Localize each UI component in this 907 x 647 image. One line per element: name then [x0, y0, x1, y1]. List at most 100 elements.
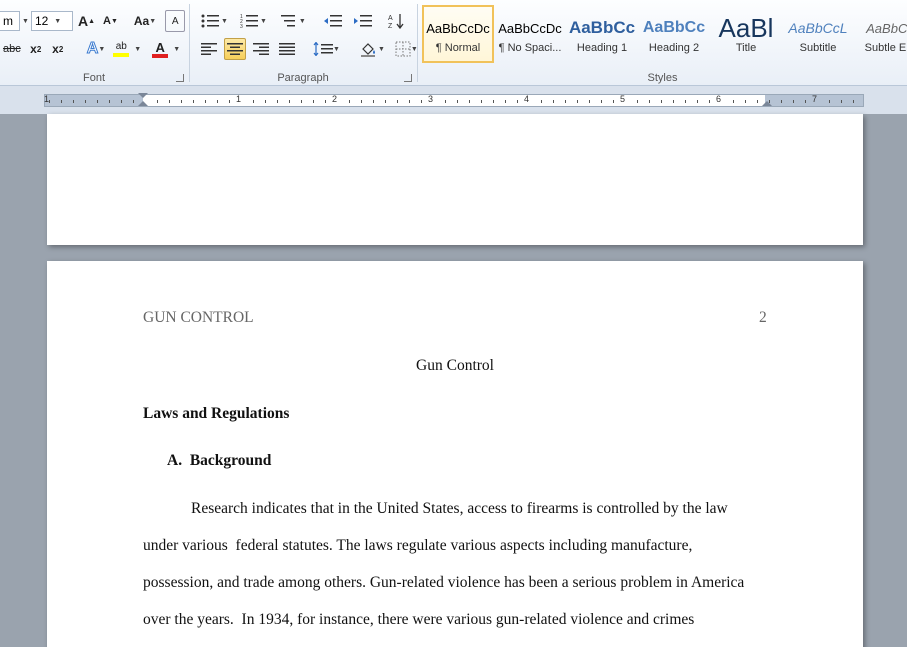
ruler-tick [541, 100, 542, 103]
ruler-tick [745, 100, 746, 103]
ruler-left-margin [45, 95, 143, 106]
font-size-dropdown-icon[interactable]: ▼ [54, 18, 61, 25]
hanging-indent-marker[interactable] [138, 101, 148, 106]
align-right-button[interactable] [250, 38, 272, 60]
ruler-tick [181, 100, 182, 103]
ruler-tick [793, 100, 794, 103]
align-left-button[interactable] [198, 38, 220, 60]
ruler-tick [229, 100, 230, 103]
font-group: m ▼ 12 ▼ A ▲ A ▼ Aa ▼ A abc x 2 x 2 A ▼ … [0, 0, 188, 86]
font-name-combo[interactable]: m [0, 11, 20, 31]
page-1[interactable] [47, 114, 863, 245]
svg-text:3: 3 [240, 24, 243, 28]
ruler-number: 3 [428, 94, 434, 104]
strikethrough-button[interactable]: abc [0, 38, 24, 60]
increase-indent-button[interactable] [351, 10, 375, 32]
shrink-font-button[interactable]: A ▼ [100, 10, 121, 32]
horizontal-ruler[interactable]: 11234567 [44, 93, 864, 107]
ruler-number: 7 [812, 94, 818, 104]
ruler-number: 1 [236, 94, 242, 104]
shading-button[interactable]: ▼ [357, 38, 388, 60]
right-indent-marker[interactable] [762, 101, 772, 106]
align-center-button[interactable] [224, 38, 246, 60]
ruler-tick [805, 100, 806, 103]
paragraph-group-label: Paragraph [277, 72, 329, 84]
ruler-tick [709, 100, 710, 103]
ruler-tick [601, 100, 602, 103]
first-line-indent-marker[interactable] [138, 93, 148, 98]
clear-formatting-button[interactable]: A [165, 10, 186, 32]
superscript-button[interactable]: x2 [48, 38, 68, 60]
ruler-tick [853, 100, 854, 103]
ruler-tick [613, 100, 614, 103]
ruler-tick [217, 100, 218, 103]
line-spacing-button[interactable]: ▼ [310, 38, 343, 60]
multilevel-list-button[interactable]: ▼ [276, 10, 309, 32]
text-effects-button[interactable]: A ▼ [84, 38, 109, 60]
ruler-tick [493, 100, 494, 103]
ruler-tick [769, 100, 770, 103]
grow-font-button[interactable]: A ▲ [75, 10, 98, 32]
ruler-tick [565, 100, 566, 103]
ruler-tick [85, 100, 86, 103]
font-size-combo[interactable]: 12 ▼ [30, 11, 73, 31]
font-name-value: m [3, 14, 13, 28]
document-area[interactable]: GUN CONTROL 2 Gun Control Laws and Regul… [0, 114, 907, 647]
paragraph-line: possession, and trade among others. Gun-… [143, 574, 745, 591]
ruler-tick [397, 100, 398, 103]
font-color-button[interactable]: A [149, 38, 171, 60]
font-group-label: Font [82, 72, 105, 84]
ruler-tick [97, 100, 98, 103]
svg-text:Z: Z [388, 23, 393, 29]
ruler-tick [133, 100, 134, 103]
page-2[interactable]: GUN CONTROL 2 Gun Control Laws and Regul… [47, 261, 863, 647]
justify-button[interactable] [276, 38, 298, 60]
ruler-number: 2 [332, 94, 338, 104]
ruler-tick [361, 100, 362, 103]
ruler-tick [505, 100, 506, 103]
styles-group-label: Styles [647, 72, 678, 84]
svg-text:A: A [388, 15, 393, 22]
font-dialog-launcher-icon[interactable]: launcher [176, 74, 184, 82]
ruler-tick [109, 100, 110, 103]
ruler-tick [301, 100, 302, 103]
ruler-tick [409, 100, 410, 103]
ruler-tick [385, 100, 386, 103]
font-name-dropdown-icon[interactable]: ▼ [22, 18, 29, 25]
paragraph-line: over the years. In 1934, for instance, t… [143, 611, 695, 628]
ruler-tick [469, 100, 470, 103]
ruler-tick [649, 100, 650, 103]
ruler-tick [673, 100, 674, 103]
change-case-button[interactable]: Aa ▼ [131, 10, 159, 32]
bullets-button[interactable]: ▼ [198, 10, 231, 32]
ruler-tick [781, 100, 782, 103]
highlight-button[interactable]: ab [110, 38, 132, 60]
ruler-tick [169, 100, 170, 103]
running-header: GUN CONTROL [143, 309, 254, 326]
decrease-indent-button[interactable] [321, 10, 345, 32]
subscript-button[interactable]: x2 [26, 38, 46, 60]
font-color-dropdown-icon[interactable]: ▼ [173, 46, 180, 53]
ruler-tick [577, 100, 578, 103]
ruler-tick [733, 100, 734, 103]
heading-background: A. Background [167, 452, 272, 469]
ruler-tick [193, 100, 194, 103]
ruler-tick [289, 100, 290, 103]
font-size-value: 12 [34, 14, 49, 28]
ruler-number: 6 [716, 94, 722, 104]
highlight-dropdown-icon[interactable]: ▼ [134, 46, 141, 53]
ruler-tick [49, 100, 50, 103]
ribbon: m ▼ 12 ▼ A ▲ A ▼ Aa ▼ A abc x 2 x 2 A ▼ … [0, 0, 907, 86]
ruler-tick [841, 100, 842, 103]
numbering-button[interactable]: 123 ▼ [237, 10, 270, 32]
ruler-tick [637, 100, 638, 103]
ruler-tick [205, 100, 206, 103]
ruler-tick [457, 100, 458, 103]
sort-button[interactable]: AZ [385, 10, 409, 32]
ruler-tick [265, 100, 266, 103]
ruler-tick [589, 100, 590, 103]
ruler-tick [553, 100, 554, 103]
ruler-tick [697, 100, 698, 103]
paragraph-dialog-launcher-icon[interactable]: launcher [404, 74, 412, 82]
ruler-tick [277, 100, 278, 103]
